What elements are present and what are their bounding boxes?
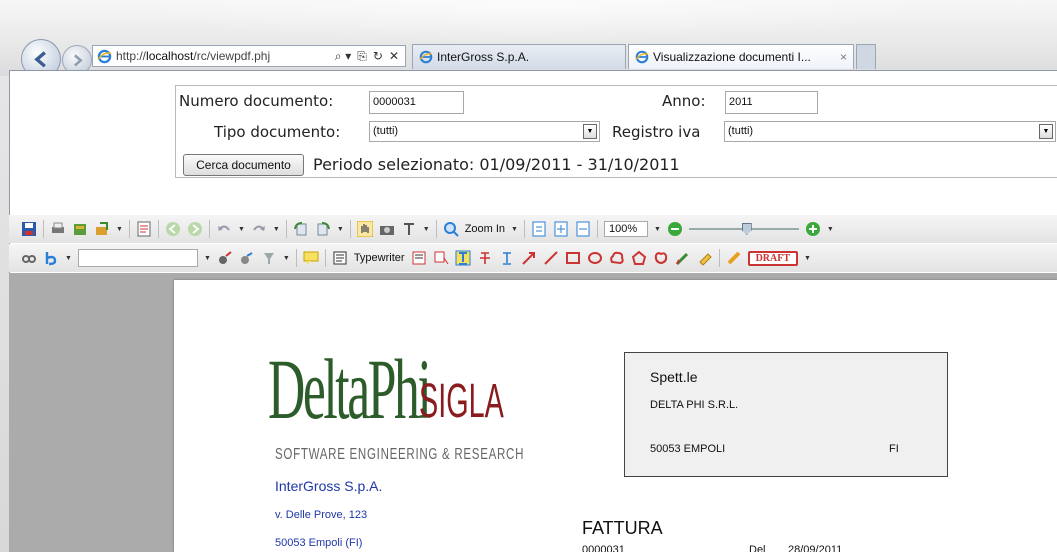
print-icon[interactable] [50, 221, 66, 237]
document-date: 28/09/2011 [788, 544, 843, 552]
zoom-level-combo[interactable]: 100% [603, 221, 648, 237]
arrow-right-icon [73, 53, 83, 66]
pdf-page: DeltaPhi SIGLA SOFTWARE ENGINEERING & RE… [174, 280, 1057, 552]
ie-page-icon [97, 49, 112, 63]
polygon-icon[interactable] [631, 250, 647, 266]
tipo-documento-select[interactable]: (tutti) ▼ [369, 121, 600, 142]
address-url: http://localhost/rc/viewpdf.phj [116, 49, 271, 63]
arrow-icon[interactable] [521, 250, 537, 266]
company-logo-sigla: SIGLA [419, 375, 504, 428]
tab-label: InterGross S.p.A. [437, 50, 530, 64]
zoom-in-label[interactable]: Zoom In [465, 223, 505, 235]
highlight-icon[interactable] [261, 250, 277, 266]
insert-text-icon[interactable] [499, 250, 515, 266]
stamp-icon[interactable] [217, 250, 233, 266]
tab-label: Visualizzazione documenti I... [653, 50, 811, 64]
chevron-down-icon: ▼ [1039, 124, 1053, 139]
numero-documento-input[interactable]: 0000031 [369, 91, 464, 114]
stop-icon[interactable]: ✕ [389, 49, 399, 64]
link-icon[interactable] [21, 250, 37, 266]
new-tab-button[interactable] [856, 44, 876, 69]
sender-city: 50053 Empoli (FI) [275, 537, 363, 549]
recipient-heading: Spett.le [650, 369, 698, 385]
redo-icon[interactable] [251, 221, 267, 237]
numero-documento-label: Numero documento: [179, 92, 334, 110]
document-number: 0000031 [582, 544, 625, 552]
anno-input[interactable]: 2011 [725, 91, 818, 114]
rotate-right-icon[interactable] [315, 221, 331, 237]
browser-window: http://localhost/rc/viewpdf.phj ⌕ ▾ ⎘ ↻ … [0, 0, 1057, 552]
slider-thumb[interactable] [741, 223, 752, 235]
tipo-documento-label: Tipo documento: [214, 123, 341, 141]
pencil-icon[interactable] [675, 250, 691, 266]
search-dropdown-icon[interactable]: ⌕ ▾ [335, 49, 352, 64]
pdf-toolbar-main: ▼ ▼ ▼ ▼ ▼ Zoom In ▼ 100% ▼ ▼ [9, 215, 1057, 243]
rotate-left-icon[interactable] [293, 221, 309, 237]
callout-icon[interactable] [433, 250, 449, 266]
sender-address: v. Delle Prove, 123 [275, 509, 368, 521]
zoom-out-icon[interactable] [667, 221, 683, 237]
oval-icon[interactable] [587, 250, 603, 266]
actual-size-icon[interactable] [531, 221, 547, 237]
company-logo-delta: DeltaPhi [268, 341, 432, 437]
stamp-draft-icon[interactable] [726, 250, 742, 266]
close-tab-icon[interactable]: × [840, 50, 847, 64]
typewriter-label[interactable]: Typewriter [354, 252, 405, 264]
periodo-selezionato: Periodo selezionato: 01/09/2011 - 31/10/… [313, 155, 680, 174]
undo-icon[interactable] [216, 221, 232, 237]
text-style-icon[interactable] [43, 250, 59, 266]
ie-tab-icon [635, 50, 649, 64]
zoom-slider[interactable] [688, 223, 799, 235]
line-icon[interactable] [543, 250, 559, 266]
font-combo[interactable] [77, 249, 198, 267]
cloud-icon[interactable] [609, 250, 625, 266]
select-text-icon[interactable] [401, 221, 417, 237]
fit-width-icon[interactable] [575, 221, 591, 237]
registro-iva-label: Registro iva [612, 123, 701, 141]
save-icon[interactable] [21, 221, 37, 237]
hand-tool-icon[interactable] [356, 221, 373, 237]
tab-intergross[interactable]: InterGross S.p.A. [412, 44, 626, 69]
attach-icon[interactable] [239, 250, 255, 266]
tab-visualizzazione[interactable]: Visualizzazione documenti I... × [628, 44, 854, 69]
zoom-plus-icon[interactable] [805, 221, 821, 237]
strikethrough-icon[interactable] [477, 250, 493, 266]
forward-icon[interactable] [187, 221, 203, 237]
chevron-down-icon: ▼ [583, 124, 597, 139]
text-underline-icon[interactable] [455, 250, 471, 266]
share-icon[interactable] [94, 221, 110, 237]
cerca-documento-button[interactable]: Cerca documento [183, 154, 304, 176]
refresh-icon[interactable]: ↻ [373, 49, 383, 64]
address-bar[interactable]: http://localhost/rc/viewpdf.phj ⌕ ▾ ⎘ ↻ … [92, 45, 406, 67]
textbox-icon[interactable] [411, 250, 427, 266]
back-icon[interactable] [165, 221, 181, 237]
compatibility-view-icon[interactable]: ⎘ [357, 49, 367, 64]
sender-name: InterGross S.p.A. [275, 478, 383, 494]
snapshot-icon[interactable] [379, 221, 395, 237]
recipient-name: DELTA PHI S.R.L. [650, 399, 739, 411]
pdf-viewer[interactable]: DeltaPhi SIGLA SOFTWARE ENGINEERING & RE… [9, 273, 1057, 552]
search-form: Numero documento: 0000031 Anno: 2011 Tip… [175, 85, 1057, 178]
rectangle-icon[interactable] [565, 250, 581, 266]
typewriter-icon[interactable] [332, 250, 348, 266]
registro-iva-select[interactable]: (tutti) ▼ [724, 121, 1056, 142]
recipient-province: FI [889, 443, 899, 455]
ie-tab-icon [419, 50, 433, 64]
polyline-icon[interactable] [653, 250, 669, 266]
pdf-toolbar-annotations: ▼ ▼ ▼ Typewriter DRAFT ▼ [9, 244, 1057, 272]
company-logo-subtitle: SOFTWARE ENGINEERING & RESEARCH [275, 446, 525, 463]
document-date-label: Del [749, 544, 766, 552]
note-icon[interactable] [303, 250, 319, 266]
fit-page-icon[interactable] [553, 221, 569, 237]
document-type: FATTURA [582, 518, 663, 538]
export-icon[interactable] [72, 221, 88, 237]
zoom-in-icon[interactable] [443, 221, 459, 237]
anno-label: Anno: [662, 92, 706, 110]
recipient-box: Spett.le DELTA PHI S.R.L. 50053 EMPOLI F… [624, 352, 948, 477]
recipient-city: 50053 EMPOLI [650, 443, 726, 455]
draft-stamp-button[interactable]: DRAFT [747, 250, 799, 266]
eraser-icon[interactable] [697, 250, 713, 266]
arrow-left-icon [33, 50, 46, 68]
properties-icon[interactable] [136, 221, 152, 237]
